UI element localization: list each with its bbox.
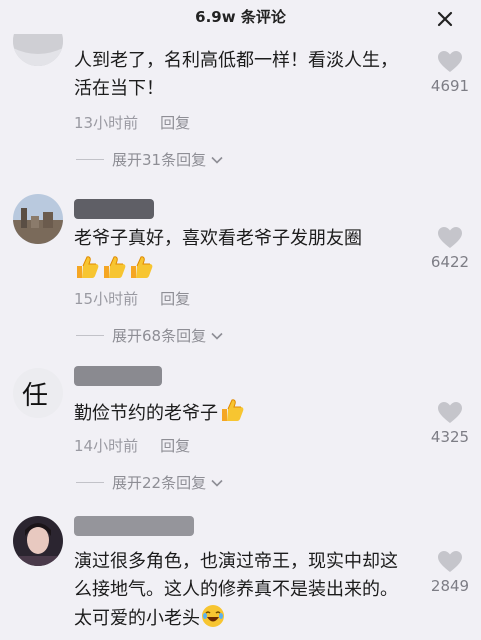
like-control: 6422 — [424, 226, 476, 271]
thumbs-up-emoji-icon — [222, 399, 244, 421]
comment-text: 人到老了，名利高低都一样！看淡人生，活在当下！ — [74, 50, 398, 99]
divider — [76, 335, 104, 336]
heart-icon[interactable] — [437, 50, 463, 74]
comment-time: 14小时前 — [74, 437, 139, 455]
like-control: 4691 — [424, 50, 476, 95]
like-count: 2849 — [430, 577, 470, 595]
username-redacted — [74, 199, 154, 219]
emoji-row — [73, 254, 154, 280]
comments-header: 6.9w 条评论 — [0, 0, 481, 34]
avatar[interactable]: 任 — [13, 368, 63, 418]
like-count: 6422 — [430, 253, 470, 271]
avatar[interactable] — [13, 516, 63, 566]
chevron-down-icon — [211, 479, 223, 487]
username-redacted — [74, 516, 194, 536]
like-count: 4691 — [430, 77, 470, 95]
reply-button[interactable]: 回复 — [160, 114, 190, 132]
comment-text: 老爷子真好，喜欢看老爷子发朋友圈 — [74, 228, 362, 249]
comment-meta: 14小时前 回复 — [74, 435, 190, 456]
avatar-character: 任 — [21, 380, 48, 411]
thumbs-up-emoji-icon — [77, 256, 99, 278]
like-control: 2849 — [424, 550, 476, 595]
expand-replies-button[interactable]: 展开68条回复 — [76, 325, 225, 346]
comment-time: 15小时前 — [74, 290, 139, 308]
username-redacted — [74, 366, 162, 386]
comment-meta: 15小时前 回复 — [74, 288, 190, 309]
close-icon[interactable] — [432, 6, 458, 32]
divider — [76, 159, 104, 160]
divider — [76, 482, 104, 483]
chevron-down-icon — [211, 332, 223, 340]
comment-text: 勤俭节约的老爷子 — [74, 397, 414, 428]
expand-replies-label: 展开31条回复 — [112, 151, 207, 169]
heart-icon[interactable] — [437, 550, 463, 574]
avatar[interactable] — [13, 194, 63, 244]
comment-meta: 13小时前 回复 — [74, 112, 190, 133]
expand-replies-button[interactable]: 展开22条回复 — [76, 472, 225, 493]
like-control: 4325 — [424, 401, 476, 446]
laughing-face-emoji-icon — [202, 605, 224, 627]
expand-replies-label: 展开68条回复 — [112, 327, 207, 345]
reply-button[interactable]: 回复 — [160, 290, 190, 308]
comment-time: 13小时前 — [74, 114, 139, 132]
thumbs-up-emoji-icon — [131, 256, 153, 278]
like-count: 4325 — [430, 428, 470, 446]
thumbs-up-emoji-icon — [104, 256, 126, 278]
reply-button[interactable]: 回复 — [160, 437, 190, 455]
heart-icon[interactable] — [437, 226, 463, 250]
comment-count-title: 6.9w 条评论 — [195, 8, 286, 26]
chevron-down-icon — [211, 156, 223, 164]
expand-replies-label: 展开22条回复 — [112, 474, 207, 492]
comment-text: 演过很多角色，也演过帝王，现实中却这么接地气。这人的修养真不是装出来的。太可爱的… — [74, 551, 398, 629]
expand-replies-button[interactable]: 展开31条回复 — [76, 149, 225, 170]
heart-icon[interactable] — [437, 401, 463, 425]
